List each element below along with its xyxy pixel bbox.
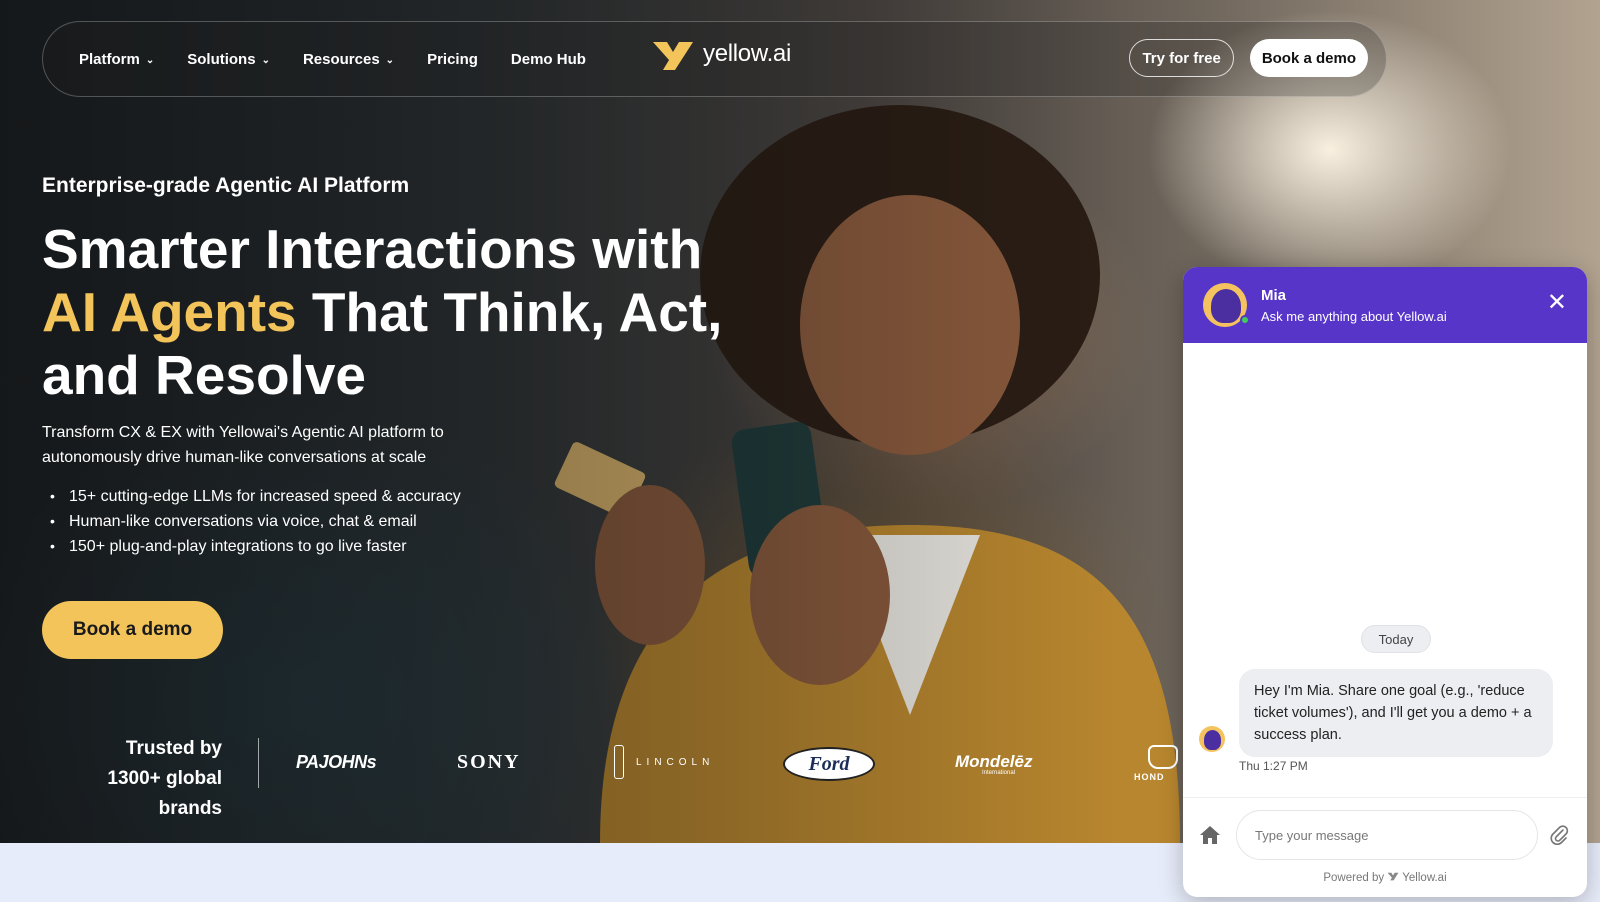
hero-eyebrow: Enterprise-grade Agentic AI Platform bbox=[42, 174, 410, 197]
chat-widget: Mia Ask me anything about Yellow.ai ✕ To… bbox=[1183, 267, 1587, 897]
chevron-down-icon: ⌄ bbox=[145, 54, 155, 66]
papa-johns-logo: PAJOHNs bbox=[296, 752, 377, 772]
nav-pricing[interactable]: Pricing bbox=[427, 51, 478, 68]
nav-resources[interactable]: Resources ⌄ bbox=[303, 51, 394, 68]
bullet-text: Human-like conversations via voice, chat… bbox=[69, 513, 417, 530]
trust-divider bbox=[258, 738, 259, 788]
ford-logo-text: Ford bbox=[808, 752, 850, 775]
bot-avatar bbox=[1199, 726, 1225, 752]
mondelez-logo: Mondelēz bbox=[955, 752, 1033, 771]
chat-title: Mia Ask me anything about Yellow.ai bbox=[1261, 287, 1447, 324]
avatar-face-icon bbox=[1211, 289, 1241, 323]
bullet-item: • 150+ plug-and-play integrations to go l… bbox=[50, 534, 461, 559]
home-icon[interactable] bbox=[1199, 825, 1221, 845]
online-status-icon bbox=[1240, 315, 1250, 325]
yellow-ai-mini-logo-icon bbox=[1387, 872, 1399, 881]
headline-line1: Smarter Interactions with bbox=[42, 218, 703, 280]
powered-by-brand[interactable]: Yellow.ai bbox=[1402, 872, 1446, 884]
nav-links: Platform ⌄ Solutions ⌄ Resources ⌄ Prici… bbox=[79, 51, 619, 68]
nav-demo-hub[interactable]: Demo Hub bbox=[511, 51, 586, 68]
logo-text: yellow.ai bbox=[703, 40, 792, 67]
trusted-by-label: Trusted by 1300+ global brands bbox=[42, 734, 222, 824]
bullet-text: 150+ plug-and-play integrations to go li… bbox=[69, 538, 407, 555]
attachment-icon[interactable] bbox=[1549, 824, 1569, 846]
chat-input-row bbox=[1183, 797, 1587, 867]
powered-by: Powered by Yellow.ai bbox=[1183, 871, 1587, 884]
nav-platform[interactable]: Platform ⌄ bbox=[79, 51, 154, 68]
trusted-line2: 1300+ global brands bbox=[107, 768, 222, 819]
ford-logo: Ford bbox=[783, 747, 875, 781]
logo-mark-icon bbox=[653, 42, 693, 70]
sony-logo: SONY bbox=[457, 751, 521, 773]
trusted-line1: Trusted by bbox=[125, 738, 222, 759]
hero-headline: Smarter Interactions with AI Agents That… bbox=[42, 218, 762, 407]
bullet-item: • 15+ cutting-edge LLMs for increased spe… bbox=[50, 484, 461, 509]
hero-description: Transform CX & EX with Yellowai's Agenti… bbox=[42, 424, 444, 466]
mondelez-sub-logo: International bbox=[982, 770, 1016, 776]
chat-agent-name: Mia bbox=[1261, 286, 1287, 304]
nav-solutions-label: Solutions bbox=[187, 50, 256, 68]
nav-platform-label: Platform bbox=[79, 50, 140, 68]
bullet-item: • Human-like conversations via voice, cha… bbox=[50, 509, 461, 534]
bullet-dot-icon: • bbox=[50, 488, 55, 504]
message-input[interactable] bbox=[1236, 810, 1538, 860]
message-timestamp: Thu 1:27 PM bbox=[1239, 759, 1308, 773]
lincoln-star-icon bbox=[614, 745, 624, 779]
try-for-free-button[interactable]: Try for free bbox=[1129, 39, 1234, 77]
bullet-dot-icon: • bbox=[50, 538, 55, 554]
date-divider: Today bbox=[1361, 625, 1431, 653]
nav-solutions[interactable]: Solutions ⌄ bbox=[187, 51, 270, 68]
headline-line3: and Resolve bbox=[42, 344, 367, 406]
close-icon[interactable]: ✕ bbox=[1547, 291, 1567, 315]
top-navigation: Platform ⌄ Solutions ⌄ Resources ⌄ Prici… bbox=[42, 21, 1387, 97]
headline-line2: That Think, Act, bbox=[296, 281, 723, 343]
chevron-down-icon: ⌄ bbox=[385, 54, 395, 66]
book-demo-cta-button[interactable]: Book a demo bbox=[42, 601, 223, 659]
nav-actions: Try for free Book a demo bbox=[1129, 39, 1368, 77]
yellow-ai-logo[interactable]: yellow.ai bbox=[651, 36, 791, 72]
honda-h-icon bbox=[1148, 745, 1178, 769]
nav-demo-hub-label: Demo Hub bbox=[510, 50, 586, 68]
avatar-face-icon bbox=[1204, 730, 1221, 750]
hero-bullets: • 15+ cutting-edge LLMs for increased spe… bbox=[50, 484, 461, 559]
nav-resources-label: Resources bbox=[302, 50, 380, 68]
lincoln-logo: LINCOLN bbox=[636, 757, 715, 768]
chat-subtitle: Ask me anything about Yellow.ai bbox=[1261, 308, 1447, 324]
chat-header: Mia Ask me anything about Yellow.ai ✕ bbox=[1183, 267, 1587, 343]
powered-by-prefix: Powered by bbox=[1323, 872, 1385, 884]
bullet-dot-icon: • bbox=[50, 513, 55, 529]
book-demo-nav-button[interactable]: Book a demo bbox=[1249, 39, 1368, 77]
bullet-text: 15+ cutting-edge LLMs for increased spee… bbox=[69, 488, 461, 505]
headline-accent: AI Agents bbox=[42, 281, 297, 343]
chevron-down-icon: ⌄ bbox=[261, 54, 270, 66]
nav-pricing-label: Pricing bbox=[427, 50, 478, 68]
honda-logo: HOND bbox=[1134, 772, 1165, 782]
bot-message-bubble: Hey I'm Mia. Share one goal (e.g., 'redu… bbox=[1239, 669, 1553, 757]
